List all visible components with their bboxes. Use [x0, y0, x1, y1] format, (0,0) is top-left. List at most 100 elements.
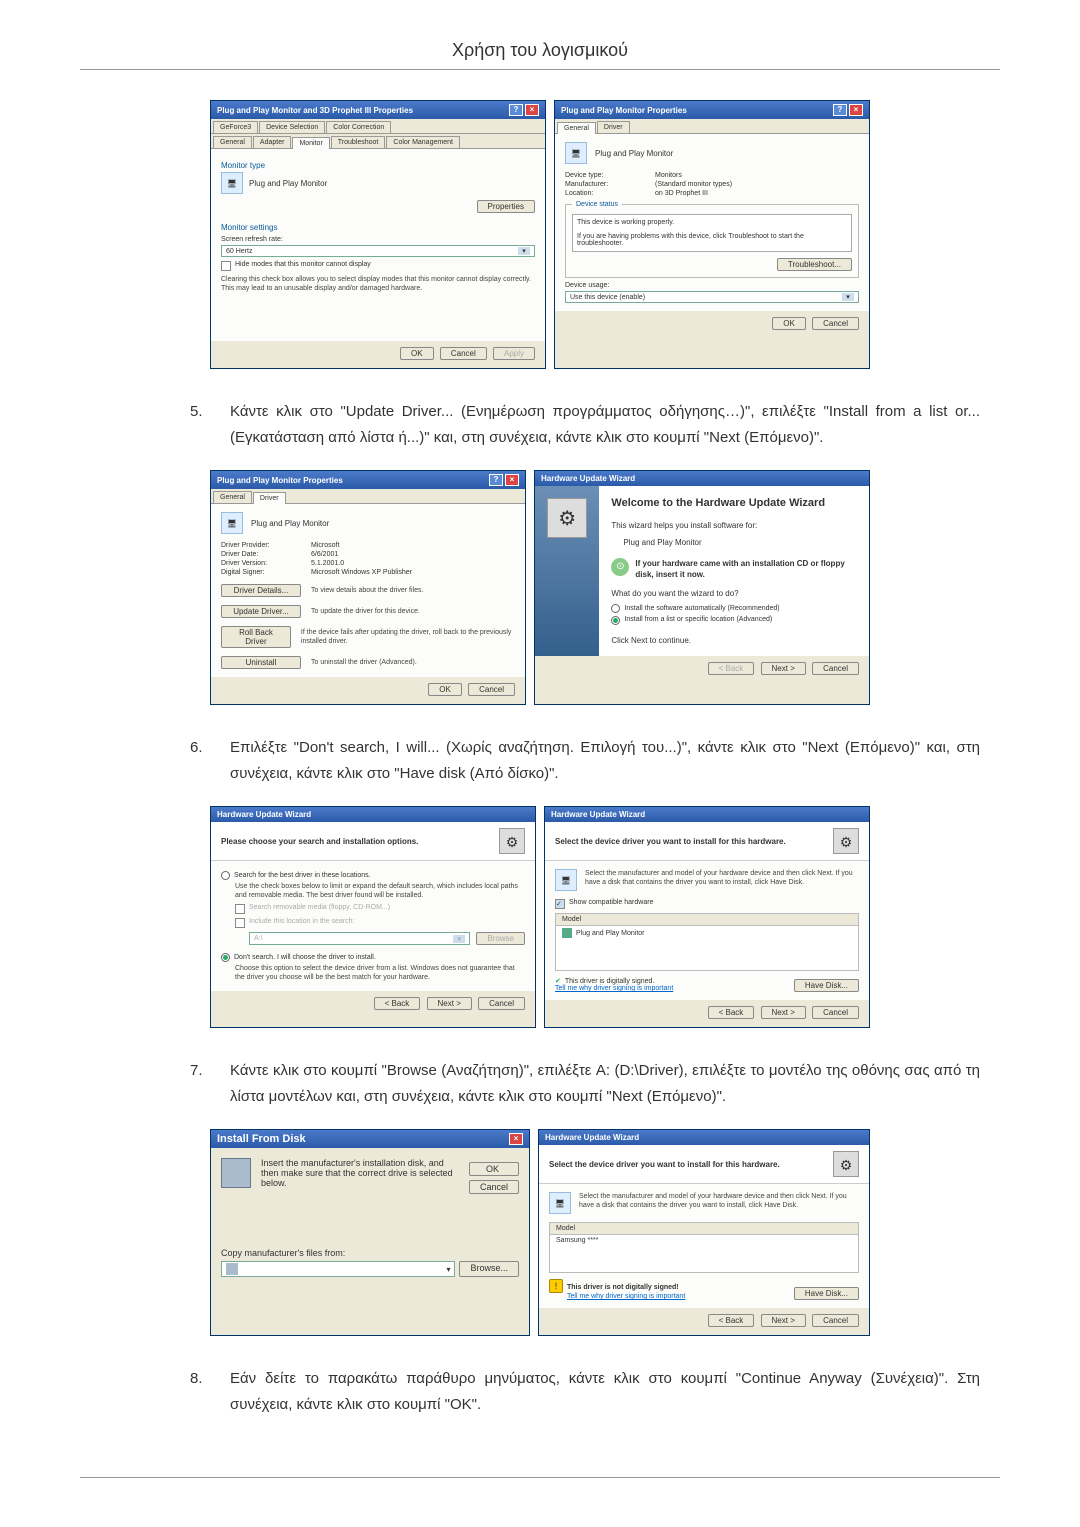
cancel-button[interactable]: Cancel: [468, 683, 515, 696]
dont-search-radio[interactable]: [221, 953, 230, 962]
hide-modes-label: Hide modes that this monitor cannot disp…: [235, 261, 371, 268]
select-driver-sub: Select the manufacturer and model of you…: [579, 1192, 859, 1214]
ok-button[interactable]: OK: [469, 1162, 519, 1176]
details-desc: To view details about the driver files.: [311, 586, 423, 595]
uninstall-button[interactable]: Uninstall: [221, 656, 301, 669]
dialog-title: Install From Disk: [217, 1133, 306, 1145]
cd-icon: ⊙: [611, 558, 629, 576]
signing-link[interactable]: Tell me why driver signing is important: [567, 1293, 685, 1300]
troubleshoot-button[interactable]: Troubleshoot...: [777, 258, 852, 271]
tab-color-mgmt[interactable]: Color Management: [386, 136, 460, 148]
help-icon[interactable]: ?: [509, 104, 523, 116]
rollback-desc: If the device fails after updating the d…: [301, 628, 515, 646]
tab-color-correction[interactable]: Color Correction: [326, 121, 391, 133]
tab-general[interactable]: General: [557, 122, 596, 134]
tab-driver[interactable]: Driver: [597, 121, 630, 133]
cd-note: If your hardware came with an installati…: [635, 558, 857, 580]
show-compatible-checkbox[interactable]: ✓: [555, 899, 565, 909]
cancel-button[interactable]: Cancel: [812, 1314, 859, 1327]
uninstall-desc: To uninstall the driver (Advanced).: [311, 658, 417, 667]
next-button[interactable]: Next >: [761, 1314, 806, 1327]
tab-row: GeForce3 Device Selection Color Correcti…: [211, 119, 545, 134]
device-usage-dropdown[interactable]: Use this device (enable) ▾: [565, 291, 859, 303]
close-icon[interactable]: ×: [509, 1133, 523, 1145]
close-icon[interactable]: ×: [525, 104, 539, 116]
dialog-title: Plug and Play Monitor Properties: [561, 106, 687, 115]
tab-device-selection[interactable]: Device Selection: [259, 121, 325, 133]
cancel-button[interactable]: Cancel: [478, 997, 525, 1010]
chevron-down-icon: ▾: [842, 293, 854, 301]
monitor-icon: 🖥: [549, 1192, 571, 1214]
tab-general[interactable]: General: [213, 136, 252, 148]
step-text: Επιλέξτε "Don't search, I will... (Χωρίς…: [230, 735, 980, 786]
step-text: Κάντε κλικ στο "Update Driver... (Ενημέρ…: [230, 399, 980, 450]
cancel-button[interactable]: Cancel: [812, 1006, 859, 1019]
next-button[interactable]: Next >: [427, 997, 472, 1010]
screenshot-row-3: Hardware Update Wizard Please choose you…: [80, 806, 1000, 1028]
rollback-button[interactable]: Roll Back Driver: [221, 626, 291, 648]
monitor-type-label: Monitor type: [221, 161, 535, 170]
dialog-titlebar: Install From Disk ×: [211, 1130, 529, 1148]
back-button[interactable]: < Back: [374, 997, 421, 1010]
dialog-title: Plug and Play Monitor and 3D Prophet III…: [217, 106, 413, 115]
help-icon[interactable]: ?: [489, 474, 503, 486]
version-value: 5.1.2001.0: [311, 560, 344, 567]
tab-troubleshoot[interactable]: Troubleshoot: [331, 136, 386, 148]
device-usage-label: Device usage:: [565, 282, 859, 289]
tab-general[interactable]: General: [213, 491, 252, 503]
dont-search-note: Choose this option to select the device …: [235, 964, 525, 982]
browse-button[interactable]: Browse...: [459, 1261, 519, 1277]
have-disk-button[interactable]: Have Disk...: [794, 1287, 859, 1300]
model-item[interactable]: Plug and Play Monitor: [556, 926, 858, 940]
screenshot-row-1: Plug and Play Monitor and 3D Prophet III…: [80, 100, 1000, 369]
cancel-button[interactable]: Cancel: [469, 1180, 519, 1194]
back-button[interactable]: < Back: [708, 1006, 755, 1019]
properties-button[interactable]: Properties: [477, 200, 535, 213]
chevron-down-icon: ▾: [518, 247, 530, 255]
signing-link[interactable]: Tell me why driver signing is important: [555, 985, 673, 992]
date-label: Driver Date:: [221, 551, 291, 558]
driver-details-button[interactable]: Driver Details...: [221, 584, 301, 597]
path-field[interactable]: ▾: [221, 1261, 455, 1277]
wizard-sidebar: ⚙: [535, 486, 599, 656]
close-icon[interactable]: ×: [849, 104, 863, 116]
update-driver-button[interactable]: Update Driver...: [221, 605, 301, 618]
cancel-button[interactable]: Cancel: [812, 317, 859, 330]
step-number: 8.: [190, 1366, 230, 1417]
step-text: Κάντε κλικ στο κουμπί "Browse (Αναζήτηση…: [230, 1058, 980, 1109]
device-status-group: Device status This device is working pro…: [565, 201, 859, 278]
dialog-titlebar: Plug and Play Monitor Properties ? ×: [555, 101, 869, 119]
ok-button[interactable]: OK: [400, 347, 434, 360]
chevron-down-icon: ▾: [446, 1265, 450, 1274]
ok-button[interactable]: OK: [428, 683, 462, 696]
monitor-props-dialog: Plug and Play Monitor and 3D Prophet III…: [210, 100, 546, 369]
tab-monitor[interactable]: Monitor: [292, 137, 329, 149]
have-disk-button[interactable]: Have Disk...: [794, 979, 859, 992]
include-location-checkbox: [235, 918, 245, 928]
opt-list-radio[interactable]: [611, 616, 620, 625]
tab-geforce3[interactable]: GeForce3: [213, 121, 258, 133]
opt-auto-radio[interactable]: [611, 604, 620, 613]
help-icon[interactable]: ?: [833, 104, 847, 116]
tab-adapter[interactable]: Adapter: [253, 136, 292, 148]
location-label: Location:: [565, 190, 635, 197]
search-radio[interactable]: [221, 871, 230, 880]
tab-driver[interactable]: Driver: [253, 492, 286, 504]
next-button[interactable]: Next >: [761, 662, 806, 675]
back-button[interactable]: < Back: [708, 1314, 755, 1327]
refresh-rate-dropdown[interactable]: 60 Hertz ▾: [221, 245, 535, 257]
ok-button[interactable]: OK: [772, 317, 806, 330]
step-7: 7. Κάντε κλικ στο κουμπί "Browse (Αναζήτ…: [190, 1058, 980, 1109]
install-text: Insert the manufacturer's installation d…: [261, 1158, 459, 1198]
monitor-icon: 🖥: [555, 869, 577, 891]
search-note: Use the check boxes below to limit or ex…: [235, 882, 525, 900]
dont-search-label: Don't search. I will choose the driver t…: [234, 954, 376, 961]
model-item[interactable]: Samsung ****: [550, 1235, 858, 1246]
hide-modes-checkbox[interactable]: [221, 261, 231, 271]
include-location-label: Include this location in the search:: [249, 918, 354, 925]
cancel-button[interactable]: Cancel: [812, 662, 859, 675]
wizard-continue: Click Next to continue.: [611, 635, 857, 646]
next-button[interactable]: Next >: [761, 1006, 806, 1019]
cancel-button[interactable]: Cancel: [440, 347, 487, 360]
close-icon[interactable]: ×: [505, 474, 519, 486]
